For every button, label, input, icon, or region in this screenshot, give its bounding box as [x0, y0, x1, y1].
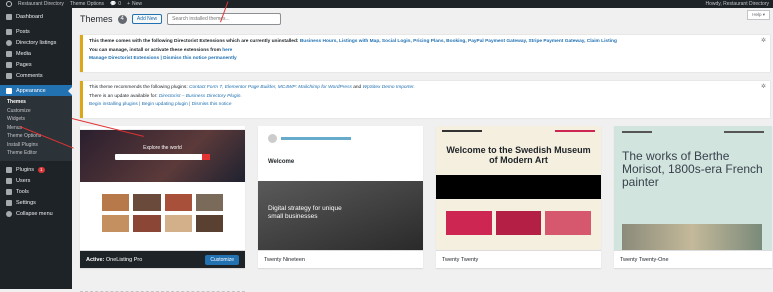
- menu-comments[interactable]: Comments: [0, 70, 72, 81]
- notice-text: There is an update available for:: [89, 93, 159, 99]
- menu-appearance[interactable]: Appearance: [0, 85, 72, 96]
- manage-extensions-link[interactable]: Manage Directorist Extensions | Dismiss …: [89, 56, 237, 61]
- theme-hero-text: Welcome to the Swedish Museum of Modern …: [446, 145, 591, 165]
- theme-card-onelisting[interactable]: Explore the world Active: OneListing Pro…: [80, 126, 245, 268]
- dismiss-notice-icon[interactable]: ✲: [761, 83, 766, 90]
- menu-label: Appearance: [16, 87, 46, 94]
- directorist-update-link[interactable]: Directorist – Business Directory Plugin.: [159, 94, 242, 99]
- notice-text: This theme recommends the following plug…: [89, 85, 189, 90]
- submenu-menus[interactable]: Menus: [0, 124, 72, 133]
- main-content: Help ▾ Themes 4 Add New This theme comes…: [72, 8, 773, 292]
- menu-label: Collapse menu: [16, 211, 53, 217]
- theme-screenshot: Welcome to the Swedish Museum of Modern …: [436, 126, 601, 250]
- menu-collapse[interactable]: Collapse menu: [0, 209, 72, 220]
- theme-screenshot: The works of Berthe Morisot, 1800s-era F…: [614, 126, 772, 250]
- theme-card-twenty-twenty[interactable]: Welcome to the Swedish Museum of Modern …: [436, 126, 601, 268]
- collapse-icon: [6, 211, 12, 217]
- active-prefix: Active:: [86, 256, 105, 263]
- menu-settings[interactable]: Settings: [0, 198, 72, 209]
- plugin-icon: [6, 167, 12, 173]
- help-tab-button[interactable]: Help ▾: [747, 10, 770, 20]
- add-new-theme-button[interactable]: Add New: [131, 14, 163, 24]
- search-themes-input[interactable]: [167, 13, 282, 25]
- listing-icon: [6, 39, 12, 46]
- extensions-here-link[interactable]: here: [222, 48, 232, 53]
- menu-label: Plugins: [16, 167, 35, 173]
- theme-card-twenty-twenty-one[interactable]: The works of Berthe Morisot, 1800s-era F…: [614, 126, 772, 268]
- admin-sidebar: Dashboard Posts Directory listings Media…: [0, 8, 72, 289]
- dismiss-notice-icon[interactable]: ✲: [761, 37, 766, 44]
- menu-directory-listings[interactable]: Directory listings: [0, 37, 72, 48]
- menu-tools[interactable]: Tools: [0, 187, 72, 198]
- appearance-submenu: Themes Customize Widgets Menus Theme Opt…: [0, 96, 72, 161]
- brush-icon: [6, 87, 12, 94]
- menu-label: Posts: [16, 28, 30, 35]
- menu-label: Media: [16, 50, 31, 57]
- customize-button[interactable]: Customize: [205, 254, 239, 265]
- notice-text: This theme comes with the following Dire…: [89, 39, 300, 44]
- users-icon: [6, 178, 12, 184]
- pin-icon: [6, 28, 12, 35]
- theme-card-twenty-nineteen[interactable]: Welcome Digital strategy for unique smal…: [258, 126, 423, 268]
- theme-name: Twenty Twenty-One: [620, 256, 669, 263]
- menu-dashboard[interactable]: Dashboard: [0, 11, 72, 22]
- wordpress-logo-icon[interactable]: [6, 1, 12, 7]
- comments-count: 0: [118, 1, 122, 7]
- settings-icon: [6, 200, 12, 206]
- theme-hero-text: Welcome: [268, 159, 295, 165]
- theme-name: Twenty Twenty: [442, 256, 479, 263]
- submenu-customize[interactable]: Customize: [0, 107, 72, 116]
- tools-icon: [6, 189, 12, 195]
- menu-label: Comments: [16, 72, 43, 79]
- extensions-list-link[interactable]: Business Hours, Listings with Map, Socia…: [300, 39, 617, 44]
- notice-text: and: [351, 85, 363, 90]
- submenu-themes[interactable]: Themes: [0, 98, 72, 107]
- user-greeting[interactable]: Howdy, Restaurant Directory: [705, 1, 769, 7]
- page-header: Themes 4 Add New: [80, 13, 282, 25]
- menu-plugins[interactable]: Plugins 1: [0, 165, 72, 176]
- menu-media[interactable]: Media: [0, 48, 72, 59]
- submenu-theme-editor[interactable]: Theme Editor: [0, 149, 72, 158]
- comment-icon: [6, 72, 12, 79]
- theme-name: Twenty Nineteen: [264, 256, 305, 263]
- menu-posts[interactable]: Posts: [0, 26, 72, 37]
- plugins-notice: This theme recommends the following plug…: [80, 81, 770, 118]
- comments-link[interactable]: 💬 0: [110, 1, 121, 7]
- page-icon: [6, 61, 12, 68]
- admin-bar: Restaurant Directory Theme Options 💬 0 +…: [0, 0, 773, 8]
- site-name-link[interactable]: Restaurant Directory: [18, 1, 64, 7]
- theme-hero-text: Explore the world: [143, 145, 182, 151]
- media-icon: [6, 50, 12, 57]
- menu-label: Tools: [16, 189, 29, 195]
- submenu-widgets[interactable]: Widgets: [0, 115, 72, 124]
- menu-label: Users: [16, 178, 31, 184]
- demo-importer-link[interactable]: WpSitex Demo Importer.: [363, 85, 415, 90]
- dashboard-icon: [6, 13, 12, 20]
- extensions-notice: This theme comes with the following Dire…: [80, 35, 770, 72]
- new-content-link[interactable]: + New: [127, 1, 142, 7]
- update-count-badge: 1: [38, 167, 45, 173]
- menu-label: Settings: [16, 200, 36, 206]
- theme-screenshot: Explore the world: [80, 126, 245, 250]
- theme-name: OneListing Pro: [105, 256, 143, 263]
- theme-hero-text: The works of Berthe Morisot, 1800s-era F…: [622, 149, 763, 189]
- notice-text: You can manage, install or activate thes…: [89, 47, 223, 53]
- menu-label: Dashboard: [16, 13, 43, 20]
- recommended-plugins-link[interactable]: Contact Form 7, Elementor Page Builder, …: [189, 85, 352, 90]
- menu-pages[interactable]: Pages: [0, 59, 72, 70]
- menu-label: Directory listings: [16, 39, 57, 46]
- menu-users[interactable]: Users: [0, 176, 72, 187]
- theme-footer: Twenty Twenty: [436, 250, 601, 268]
- theme-options-link[interactable]: Theme Options: [70, 1, 104, 7]
- theme-screenshot: Welcome Digital strategy for unique smal…: [258, 126, 423, 250]
- theme-count-badge: 4: [117, 14, 127, 24]
- theme-footer: Active: OneListing Pro Customize: [80, 250, 245, 268]
- theme-tagline: Digital strategy for unique small busine…: [268, 205, 342, 220]
- theme-footer: Twenty Nineteen: [258, 250, 423, 268]
- install-plugins-link[interactable]: Begin installing plugins | Begin updatin…: [89, 102, 231, 107]
- new-label: New: [131, 1, 142, 7]
- theme-footer: Twenty Twenty-One: [614, 250, 772, 268]
- page-title: Themes: [80, 14, 113, 24]
- menu-label: Pages: [16, 61, 32, 68]
